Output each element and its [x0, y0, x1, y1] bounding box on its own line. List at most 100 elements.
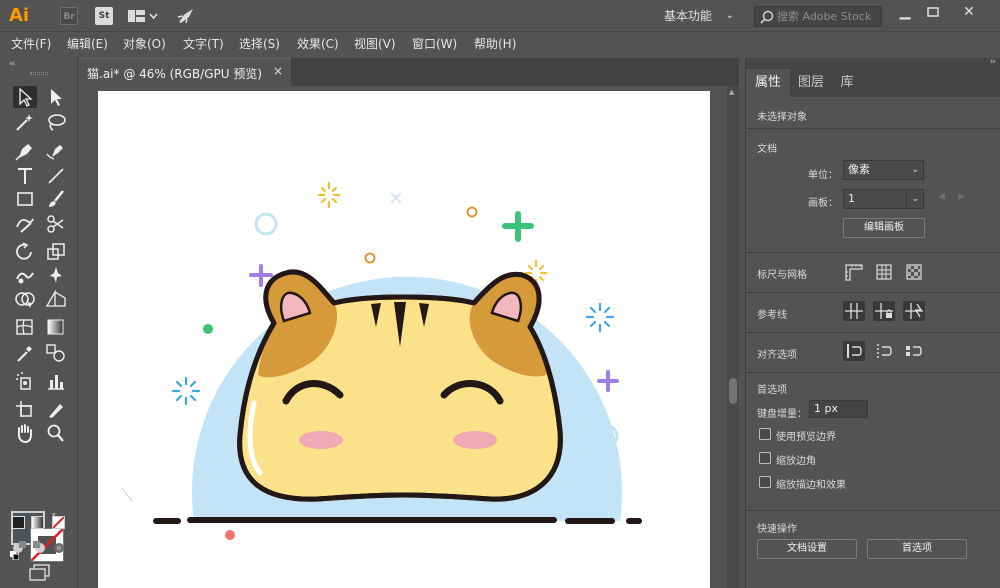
rulers-icon[interactable] — [843, 262, 865, 282]
scale-corners-checkbox[interactable] — [759, 452, 771, 464]
scissors-tool-icon[interactable] — [44, 213, 68, 235]
perspective-grid-tool-icon[interactable] — [44, 288, 68, 310]
ring-decoration — [466, 206, 478, 218]
align-to-pixel-grid-icon[interactable] — [843, 341, 865, 361]
transparency-grid-icon[interactable] — [903, 262, 925, 282]
menu-file[interactable]: 文件(F) — [11, 36, 51, 54]
none-mode-icon[interactable] — [52, 516, 65, 529]
grid-icon[interactable] — [873, 262, 895, 282]
menu-help[interactable]: 帮助(H) — [474, 36, 516, 54]
curvature-tool-icon[interactable] — [44, 140, 68, 162]
workspace-label: 基本功能 — [664, 9, 713, 23]
pen-tool-icon[interactable] — [13, 140, 37, 162]
line-segment-tool-icon[interactable] — [44, 165, 68, 187]
tab-layers[interactable]: 图层 — [790, 69, 832, 97]
scroll-up-icon[interactable]: ▲ — [729, 88, 734, 96]
minimize-icon[interactable]: ▁ — [892, 2, 918, 22]
smart-guides-icon[interactable] — [903, 301, 925, 321]
unit-value: 像素 — [848, 163, 870, 176]
preferences-button[interactable]: 首选项 — [867, 539, 967, 559]
previous-artboard-icon[interactable]: ◀ — [938, 192, 945, 202]
vertical-scrollbar[interactable]: ▲ — [727, 86, 739, 588]
align-to-key-object-icon[interactable] — [903, 341, 925, 361]
scale-tool-icon[interactable] — [44, 241, 68, 263]
menu-bar: 文件(F) 编辑(E) 对象(O) 文字(T) 选择(S) 效果(C) 视图(V… — [0, 32, 1000, 56]
screen-mode-icon[interactable] — [28, 564, 52, 582]
gradient-mode-icon[interactable] — [31, 516, 44, 529]
preview-bounds-label: 使用预览边界 — [776, 432, 836, 443]
hand-tool-icon[interactable] — [13, 422, 37, 444]
search-input[interactable] — [777, 8, 877, 25]
unit-dropdown[interactable]: 像素 ⌄ — [843, 160, 924, 180]
blend-tool-icon[interactable] — [44, 342, 68, 364]
slice-tool-icon[interactable] — [44, 398, 68, 420]
rectangle-tool-icon[interactable] — [13, 188, 37, 210]
close-icon[interactable]: ✕ — [956, 2, 982, 22]
lasso-tool-icon[interactable] — [44, 111, 68, 133]
close-tab-icon[interactable]: × — [273, 64, 283, 78]
direct-selection-tool-icon[interactable] — [44, 86, 68, 108]
scale-strokes-label: 缩放描边和效果 — [776, 480, 846, 491]
draw-inside-icon[interactable] — [52, 540, 67, 555]
dot-decoration — [203, 324, 213, 334]
next-artboard-icon[interactable]: ▶ — [958, 192, 965, 202]
eyedropper-tool-icon[interactable] — [13, 342, 37, 364]
tab-libraries[interactable]: 库 — [832, 69, 862, 97]
show-guides-icon[interactable] — [843, 301, 865, 321]
artboard-dropdown[interactable]: 1 ⌄ — [843, 189, 924, 209]
scale-strokes-checkbox[interactable] — [759, 476, 771, 488]
panel-tabs: 属性 图层 库 — [746, 69, 1000, 97]
gradient-tool-icon[interactable] — [44, 316, 68, 338]
draw-normal-icon[interactable] — [12, 540, 27, 555]
column-graph-tool-icon[interactable] — [44, 370, 68, 392]
document-tab[interactable]: 猫.ai* @ 46% (RGB/GPU 预览) × — [79, 58, 291, 86]
workspace-switcher[interactable]: 基本功能 ⌄ — [664, 6, 744, 26]
menu-select[interactable]: 选择(S) — [239, 36, 280, 54]
collapse-panel-icon[interactable]: ‹‹ — [9, 59, 15, 69]
menu-object[interactable]: 对象(O) — [123, 36, 166, 54]
unit-label: 单位： — [808, 170, 838, 181]
color-mode-icon[interactable] — [12, 516, 25, 529]
align-to-artboard-icon[interactable] — [873, 341, 895, 361]
artboard-value: 1 — [848, 192, 855, 205]
menu-window[interactable]: 窗口(W) — [412, 36, 457, 54]
magic-wand-tool-icon[interactable] — [13, 111, 37, 133]
lock-guides-icon[interactable] — [873, 301, 895, 321]
shape-builder-tool-icon[interactable] — [13, 288, 37, 310]
bridge-icon[interactable]: Br — [60, 7, 78, 25]
cat-illustration[interactable] — [98, 91, 710, 588]
menu-view[interactable]: 视图(V) — [354, 36, 396, 54]
restore-icon[interactable] — [920, 2, 946, 22]
symbol-sprayer-tool-icon[interactable] — [13, 370, 37, 392]
arrange-documents-icon[interactable] — [128, 9, 158, 23]
type-tool-icon[interactable] — [13, 165, 37, 187]
stock-search[interactable] — [754, 6, 882, 27]
chevron-down-icon: ⌄ — [906, 190, 919, 208]
zoom-tool-icon[interactable] — [44, 422, 68, 444]
rotate-tool-icon[interactable] — [13, 241, 37, 263]
expand-panel-icon[interactable]: ›› — [990, 57, 996, 67]
selection-tool-icon[interactable] — [13, 86, 37, 108]
shaper-tool-icon[interactable] — [13, 213, 37, 235]
draw-behind-icon[interactable] — [32, 540, 47, 555]
stock-icon[interactable]: St — [95, 7, 113, 25]
menu-type[interactable]: 文字(T) — [183, 36, 224, 54]
keyboard-increment-input[interactable]: 1 px — [809, 400, 868, 418]
puppet-warp-tool-icon[interactable] — [44, 264, 68, 286]
gpu-performance-icon[interactable] — [177, 8, 195, 24]
document-setup-button[interactable]: 文档设置 — [757, 539, 857, 559]
preview-bounds-checkbox[interactable] — [759, 428, 771, 440]
panel-grip[interactable] — [30, 72, 48, 75]
menu-edit[interactable]: 编辑(E) — [67, 36, 108, 54]
artboard-tool-icon[interactable] — [13, 398, 37, 420]
mesh-tool-icon[interactable] — [13, 316, 37, 338]
edit-artboards-button[interactable]: 编辑画板 — [843, 218, 925, 238]
guides-section: 参考线 — [746, 292, 1000, 332]
menu-effect[interactable]: 效果(C) — [297, 36, 339, 54]
artboard[interactable] — [98, 91, 710, 588]
tab-properties[interactable]: 属性 — [746, 69, 790, 97]
canvas[interactable] — [79, 86, 727, 588]
scrollbar-thumb[interactable] — [729, 378, 737, 404]
warp-tool-icon[interactable] — [13, 264, 37, 286]
paintbrush-tool-icon[interactable] — [44, 188, 68, 210]
